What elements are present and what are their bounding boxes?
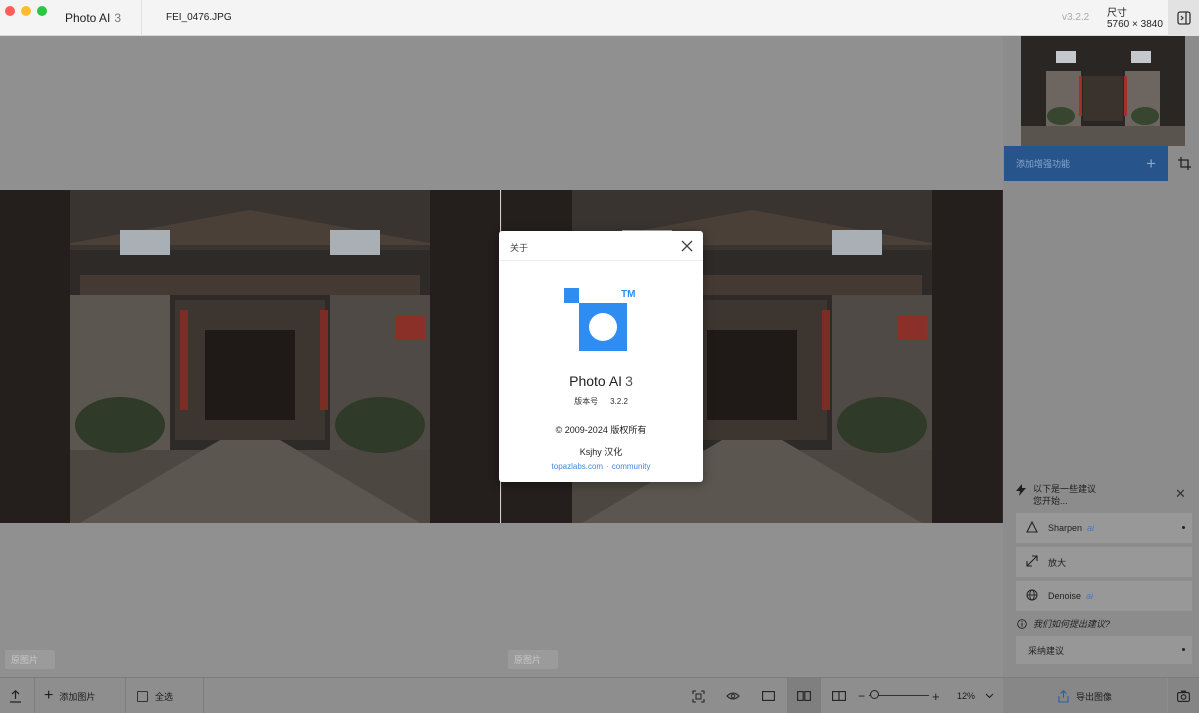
app-major-version: 3	[114, 11, 122, 25]
suggestion-label: Sharpen	[1048, 523, 1083, 533]
toolbar-divider	[203, 678, 204, 713]
sidebar-toggle-button[interactable]	[1168, 0, 1199, 36]
face-scan-icon	[692, 689, 705, 703]
link-separator: ·	[606, 462, 609, 471]
add-enhancement-label: 添加增强功能	[1016, 159, 1071, 169]
thumbnail-photo	[1021, 36, 1185, 146]
bottom-toolbar: + 添加图片 全选 − + 12% 导出图像	[0, 677, 1199, 713]
right-sidebar: 添加增强功能 + 以下是一些建议 您开始... ✕ Sharpen ai 放大 D…	[1003, 36, 1199, 677]
tab-divider	[141, 0, 142, 36]
plus-icon: +	[1146, 154, 1156, 173]
close-suggestions-button[interactable]: ✕	[1175, 486, 1186, 502]
single-view-icon	[762, 691, 775, 701]
app-title: Photo AI 3	[65, 11, 121, 25]
version-value: 3.2.2	[610, 397, 628, 406]
zoom-dropdown-button[interactable]	[985, 678, 994, 713]
size-value: 5760 × 3840	[1107, 19, 1163, 30]
about-dialog: 关于 TM Photo AI 3 版本号 3.2.2 © 2009-2024 版权所…	[499, 231, 703, 482]
original-tag-right: 原图片	[508, 650, 558, 669]
sidebar-panel-icon	[1176, 11, 1191, 25]
product-name-label: Photo AI	[569, 373, 623, 389]
zoom-in-button[interactable]: +	[932, 678, 940, 713]
more-dot-icon[interactable]	[1182, 526, 1185, 529]
close-icon[interactable]	[680, 239, 694, 253]
accept-suggestions-button[interactable]: 采纳建议	[1016, 636, 1192, 664]
upload-button[interactable]	[9, 678, 22, 713]
toolbar-divider	[34, 678, 35, 713]
suggestion-sharpen[interactable]: Sharpen ai	[1016, 513, 1192, 543]
app-name: Photo AI	[65, 11, 111, 25]
add-enhancement-button[interactable]: 添加增强功能 +	[1004, 146, 1168, 181]
how-we-suggest-link[interactable]: 我们如何提出建议?	[1017, 617, 1110, 630]
split-view-button[interactable]	[832, 678, 846, 713]
version-text: v3.2.2	[1062, 12, 1090, 23]
zoom-slider-handle[interactable]	[870, 690, 879, 699]
dialog-title: 关于	[510, 243, 529, 253]
product-major-version: 3	[625, 373, 633, 389]
share-icon	[1058, 689, 1069, 703]
title-bar: Photo AI 3 FEI_0476.JPG v3.2.2 尺寸 5760 × …	[0, 0, 1199, 36]
dialog-header: 关于	[499, 231, 703, 261]
plus-icon: +	[44, 687, 54, 704]
more-dot-icon[interactable]	[1182, 648, 1185, 651]
topazlabs-link[interactable]: topazlabs.com	[552, 462, 604, 471]
globe-icon	[1026, 589, 1038, 601]
eye-icon	[726, 692, 740, 700]
navigator-thumbnail[interactable]	[1021, 36, 1185, 146]
upload-icon	[10, 689, 21, 703]
select-all-label: 全选	[155, 691, 174, 702]
close-window-button[interactable]	[5, 6, 15, 16]
add-image-button[interactable]: + 添加图片	[44, 678, 95, 713]
ai-badge: ai	[1086, 591, 1094, 601]
suggestion-label: 放大	[1048, 557, 1067, 568]
copyright-text: © 2009-2024 版权所有	[555, 425, 647, 435]
courtyard-photo	[0, 190, 500, 523]
side-by-side-view-button[interactable]	[787, 678, 821, 713]
original-image-preview[interactable]	[0, 190, 500, 523]
topaz-photo-ai-logo: TM	[564, 288, 635, 351]
file-tab[interactable]: FEI_0476.JPG	[166, 12, 232, 23]
triangle-icon	[1026, 521, 1038, 533]
split-view-icon	[832, 691, 846, 701]
crop-icon	[1178, 157, 1191, 170]
suggestion-upscale[interactable]: 放大	[1016, 547, 1192, 577]
version-line: 版本号 3.2.2	[499, 396, 703, 407]
size-label: 尺寸	[1107, 8, 1127, 19]
accept-suggestions-label: 采纳建议	[1028, 645, 1065, 656]
zoom-out-button[interactable]: −	[858, 678, 865, 713]
side-by-side-icon	[797, 691, 811, 701]
chevron-down-icon	[985, 693, 994, 699]
info-icon	[1017, 618, 1027, 629]
minimize-window-button[interactable]	[21, 6, 31, 16]
suggestions-subtitle: 您开始...	[1033, 496, 1068, 506]
ai-badge: ai	[1087, 523, 1095, 533]
select-all-checkbox[interactable]: 全选	[137, 678, 173, 713]
face-detect-button[interactable]	[692, 678, 705, 713]
checkbox-icon	[137, 690, 148, 702]
how-we-suggest-label: 我们如何提出建议?	[1033, 619, 1111, 629]
export-image-button[interactable]: 导出图像	[1003, 678, 1167, 713]
product-name: Photo AI 3	[499, 373, 703, 389]
crop-button[interactable]	[1170, 146, 1199, 181]
add-image-label: 添加图片	[59, 691, 96, 702]
single-view-button[interactable]	[762, 678, 775, 713]
zoom-window-button[interactable]	[37, 6, 47, 16]
camera-gear-icon	[1177, 690, 1190, 702]
suggestion-label: Denoise	[1048, 591, 1082, 601]
toolbar-divider	[125, 678, 126, 713]
expand-arrows-icon	[1026, 555, 1038, 567]
links-row: topazlabs.com · community	[499, 462, 703, 471]
window-controls	[5, 6, 47, 16]
localization-credit: Ksjhy 汉化	[579, 447, 623, 457]
community-link[interactable]: community	[612, 462, 651, 471]
suggestion-denoise[interactable]: Denoise ai	[1016, 581, 1192, 611]
zoom-level[interactable]: 12%	[957, 678, 975, 713]
original-tag-left: 原图片	[5, 650, 55, 669]
lightning-icon	[1016, 484, 1026, 496]
export-settings-button[interactable]	[1168, 678, 1199, 713]
preview-toggle-button[interactable]	[726, 678, 740, 713]
trademark-symbol: TM	[621, 289, 635, 300]
export-image-label: 导出图像	[1075, 691, 1112, 702]
version-label: 版本号	[574, 397, 599, 406]
